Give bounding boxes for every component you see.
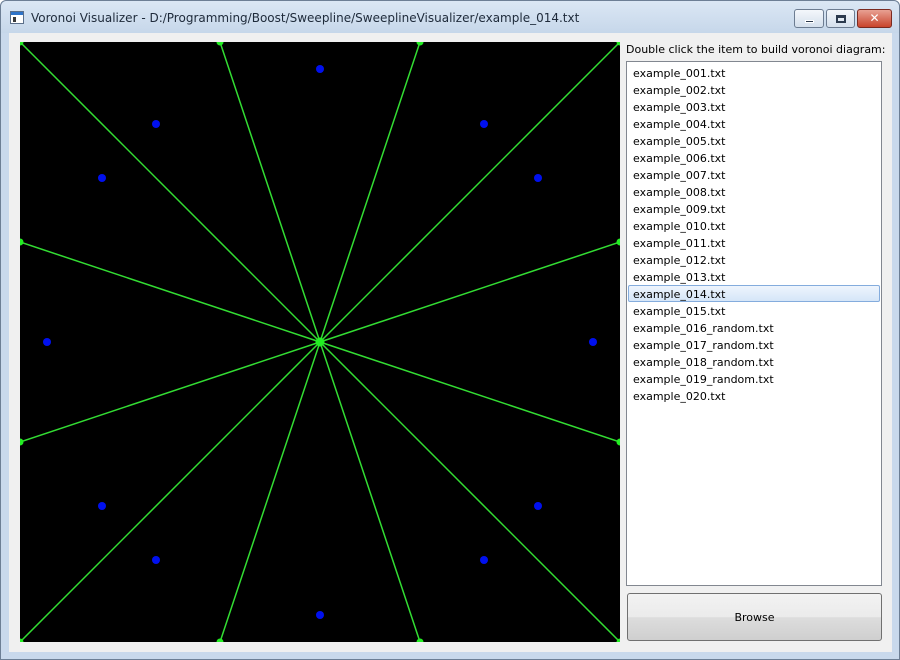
maximize-icon: [836, 15, 846, 23]
voronoi-vertex: [20, 238, 24, 246]
file-list[interactable]: example_001.txt example_002.txt example_00…: [626, 61, 882, 586]
browse-button[interactable]: Browse: [627, 593, 882, 641]
voronoi-edge: [319, 341, 421, 642]
voronoi-edge: [319, 341, 620, 443]
file-list-item[interactable]: example_001.txt: [628, 64, 880, 81]
file-list-item[interactable]: example_017_random.txt: [628, 336, 880, 353]
site-point: [534, 502, 542, 510]
voronoi-vertex: [416, 42, 424, 46]
app-icon: [10, 11, 24, 24]
file-list-item[interactable]: example_019_random.txt: [628, 370, 880, 387]
window-title: Voronoi Visualizer - D:/Programming/Boos…: [31, 11, 580, 25]
site-point: [589, 338, 597, 346]
file-list-item[interactable]: example_014.txt: [628, 285, 880, 302]
site-point: [480, 556, 488, 564]
file-list-item[interactable]: example_011.txt: [628, 234, 880, 251]
voronoi-vertex: [616, 238, 620, 246]
site-point: [98, 174, 106, 182]
site-point: [316, 65, 324, 73]
site-point: [534, 174, 542, 182]
voronoi-edge: [319, 341, 620, 642]
file-list-item[interactable]: example_020.txt: [628, 387, 880, 404]
voronoi-edge: [319, 42, 620, 343]
minimize-button[interactable]: [794, 9, 824, 28]
site-point: [152, 556, 160, 564]
voronoi-edge: [319, 42, 421, 343]
file-list-item[interactable]: example_002.txt: [628, 81, 880, 98]
voronoi-vertex: [216, 638, 224, 642]
voronoi-vertex: [315, 337, 325, 347]
instructions-label: Double click the item to build voronoi d…: [626, 43, 886, 56]
voronoi-edge: [20, 42, 321, 343]
file-list-item[interactable]: example_013.txt: [628, 268, 880, 285]
file-list-item[interactable]: example_007.txt: [628, 166, 880, 183]
voronoi-canvas[interactable]: [20, 42, 620, 642]
voronoi-edge: [20, 341, 321, 642]
voronoi-vertex: [20, 438, 24, 446]
voronoi-edge: [319, 241, 620, 343]
file-list-item[interactable]: example_018_random.txt: [628, 353, 880, 370]
file-list-item[interactable]: example_004.txt: [628, 115, 880, 132]
site-point: [480, 120, 488, 128]
voronoi-vertex: [216, 42, 224, 46]
voronoi-diagram: [20, 42, 620, 642]
site-point: [43, 338, 51, 346]
voronoi-vertex: [616, 438, 620, 446]
file-list-item[interactable]: example_006.txt: [628, 149, 880, 166]
site-point: [98, 502, 106, 510]
site-point: [152, 120, 160, 128]
voronoi-edge: [20, 241, 321, 343]
main-panel: Double click the item to build voronoi d…: [9, 33, 892, 652]
site-point: [316, 611, 324, 619]
voronoi-edge: [219, 42, 321, 343]
voronoi-vertex: [416, 638, 424, 642]
close-button[interactable]: ✕: [857, 9, 892, 28]
voronoi-edge: [219, 341, 321, 642]
file-list-item[interactable]: example_016_random.txt: [628, 319, 880, 336]
close-icon: ✕: [869, 11, 880, 25]
file-list-item[interactable]: example_015.txt: [628, 302, 880, 319]
app-window: Voronoi Visualizer - D:/Programming/Boos…: [0, 0, 900, 660]
file-list-item[interactable]: example_003.txt: [628, 98, 880, 115]
file-list-item[interactable]: example_009.txt: [628, 200, 880, 217]
voronoi-edge: [20, 341, 321, 443]
maximize-button[interactable]: [826, 9, 855, 28]
file-list-item[interactable]: example_005.txt: [628, 132, 880, 149]
file-list-item[interactable]: example_012.txt: [628, 251, 880, 268]
file-list-item[interactable]: example_010.txt: [628, 217, 880, 234]
minimize-icon: [805, 20, 814, 23]
title-bar[interactable]: Voronoi Visualizer - D:/Programming/Boos…: [1, 1, 899, 33]
file-list-item[interactable]: example_008.txt: [628, 183, 880, 200]
